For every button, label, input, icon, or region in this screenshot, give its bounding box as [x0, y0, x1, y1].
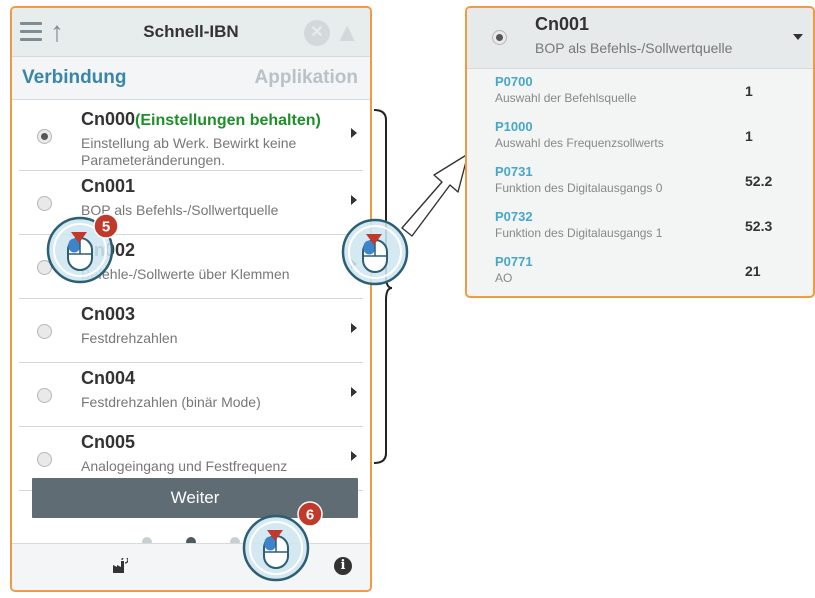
- tab-applikation[interactable]: Applikation: [255, 67, 358, 89]
- config-detail-panel: Cn001 BOP als Befehls-/Sollwertquelle P0…: [465, 6, 815, 298]
- parameter-row: P0700 Auswahl der Befehlsquelle 1: [467, 70, 813, 115]
- parameter-row: P0732 Funktion des Digitalausgangs 1 52.…: [467, 205, 813, 250]
- parameter-description: Funktion des Digitalausgangs 1: [495, 226, 663, 240]
- step-badge: 6: [306, 507, 314, 524]
- parameter-description: Auswahl des Frequenzsollwerts: [495, 136, 664, 150]
- item-description: Analogeingang und Festfrequenz: [81, 458, 288, 474]
- parameter-description: AO: [495, 271, 513, 285]
- chevron-right-icon[interactable]: [351, 387, 357, 397]
- item-code: Cn004: [81, 368, 136, 388]
- item-description: Festdrehzahlen: [81, 330, 178, 346]
- radio-button[interactable]: [492, 30, 507, 45]
- parameter-list: P0700 Auswahl der Befehlsquelle 1 P1000 …: [467, 70, 813, 295]
- item-note: (Einstellungen behalten): [135, 112, 321, 129]
- title-bar: ↑ Schnell-IBN ✕ ▲: [12, 8, 370, 57]
- chevron-right-icon[interactable]: [351, 195, 357, 205]
- parameter-value: 52.2: [745, 173, 773, 189]
- cancel-icon: ✕: [304, 20, 330, 46]
- click-cursor-icon: 5: [46, 213, 119, 284]
- radio-button[interactable]: [37, 388, 52, 403]
- item-code: Cn005: [81, 432, 136, 452]
- parameter-value: 1: [745, 83, 753, 99]
- item-code: Cn000(Einstellungen behalten): [81, 109, 321, 129]
- chevron-right-icon[interactable]: [351, 323, 357, 333]
- item-description: Einstellung ab Werk. Bewirkt keine Param…: [81, 135, 297, 168]
- list-item[interactable]: Cn004 Festdrehzahlen (binär Mode): [19, 362, 363, 426]
- parameter-code: P1000: [495, 119, 533, 134]
- radio-button[interactable]: [37, 129, 52, 144]
- chevron-right-icon[interactable]: [351, 451, 357, 461]
- parameter-value: 21: [745, 263, 761, 279]
- parameter-row: P0731 Funktion des Digitalausgangs 0 52.…: [467, 160, 813, 205]
- config-list: Cn000(Einstellungen behalten) Einstellun…: [19, 104, 363, 491]
- list-item[interactable]: Cn003 Festdrehzahlen: [19, 298, 363, 362]
- parameter-row: P0771 AO 21: [467, 250, 813, 295]
- chevron-down-icon[interactable]: [793, 34, 803, 40]
- parameter-row: P1000 Auswahl des Frequenzsollwerts 1: [467, 115, 813, 160]
- step-badge: 5: [102, 219, 110, 236]
- parameter-code: P0732: [495, 209, 533, 224]
- click-cursor-icon: 6: [242, 501, 323, 582]
- radio-button[interactable]: [37, 324, 52, 339]
- parameter-code: P0771: [495, 254, 533, 269]
- tab-verbindung[interactable]: Verbindung: [22, 67, 127, 89]
- chevron-right-icon[interactable]: [351, 128, 357, 138]
- parameter-description: Auswahl der Befehlsquelle: [495, 91, 637, 105]
- detail-header[interactable]: Cn001 BOP als Befehls-/Sollwertquelle: [467, 8, 813, 69]
- item-description: Festdrehzahlen (binär Mode): [81, 394, 261, 410]
- list-item[interactable]: Cn000(Einstellungen behalten) Einstellun…: [19, 104, 363, 170]
- click-cursor-icon: [341, 218, 409, 286]
- factory-reset-icon[interactable]: [112, 558, 128, 574]
- parameter-value: 52.3: [745, 218, 773, 234]
- parameter-value: 1: [745, 128, 753, 144]
- detail-code: Cn001: [535, 14, 590, 34]
- radio-button[interactable]: [37, 452, 52, 467]
- parameter-code: P0731: [495, 164, 533, 179]
- item-code: Cn003: [81, 304, 136, 324]
- detail-description: BOP als Befehls-/Sollwertquelle: [535, 40, 733, 56]
- parameter-code: P0700: [495, 74, 533, 89]
- parameter-description: Funktion des Digitalausgangs 0: [495, 181, 663, 195]
- item-code: Cn001: [81, 176, 136, 196]
- tab-bar: Verbindung Applikation: [12, 57, 370, 100]
- warning-icon: ▲: [334, 17, 360, 47]
- info-icon[interactable]: i: [334, 557, 352, 575]
